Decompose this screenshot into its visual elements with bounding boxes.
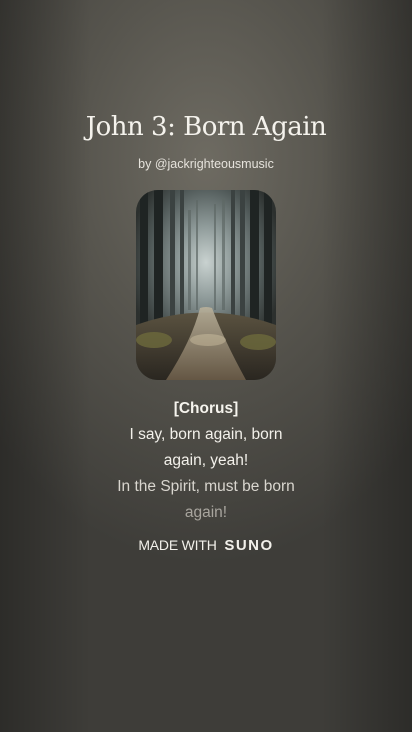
song-title: John 3: Born Again — [85, 112, 327, 142]
lyrics-line: In the Spirit, must be born — [117, 478, 295, 495]
lyrics-panel: [Chorus] I say, born again, born again, … — [0, 396, 412, 526]
artist-byline[interactable]: by @jackrighteousmusic — [0, 157, 412, 171]
lyrics-line: again! — [184, 504, 228, 521]
made-with-label: MADE WITH — [138, 537, 217, 553]
lyrics-section-label: [Chorus] — [173, 400, 239, 417]
lyrics-line: I say, born again, born — [129, 426, 283, 443]
made-with-suno-link[interactable]: MADE WITH SUNO — [0, 537, 412, 554]
forest-path-artwork — [136, 190, 276, 380]
cover-art — [136, 190, 276, 380]
lyrics-line: again, yeah! — [163, 452, 249, 469]
suno-logo: SUNO — [224, 537, 274, 554]
